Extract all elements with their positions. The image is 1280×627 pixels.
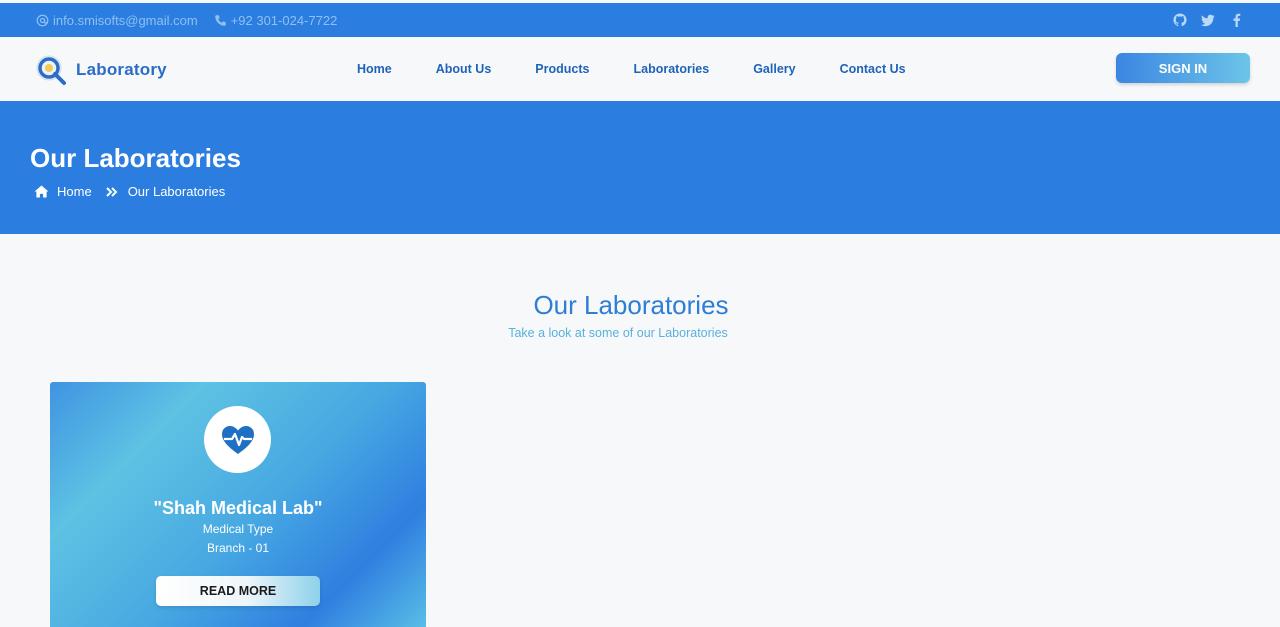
breadcrumb-home[interactable]: Home bbox=[57, 184, 92, 199]
laboratory-card: "Shah Medical Lab" Medical Type Branch -… bbox=[50, 382, 426, 627]
nav-products[interactable]: Products bbox=[535, 62, 589, 76]
page-hero: Our Laboratories Home Our Laboratories bbox=[0, 101, 1280, 234]
heartbeat-icon bbox=[221, 425, 254, 454]
facebook-icon[interactable] bbox=[1228, 12, 1244, 28]
social-links bbox=[1172, 12, 1244, 28]
twitter-icon[interactable] bbox=[1200, 12, 1216, 28]
github-icon[interactable] bbox=[1172, 12, 1188, 28]
email-text: info.smisofts@gmail.com bbox=[53, 12, 198, 28]
read-more-button[interactable]: READ MORE bbox=[156, 576, 320, 606]
brand-name: Laboratory bbox=[76, 60, 167, 79]
lab-type: Medical Type bbox=[202, 522, 274, 536]
breadcrumb: Home Our Laboratories bbox=[34, 184, 225, 199]
at-icon bbox=[36, 14, 49, 26]
nav-gallery[interactable]: Gallery bbox=[753, 62, 795, 76]
breadcrumb-current: Our Laboratories bbox=[127, 184, 226, 199]
page-title: Our Laboratories bbox=[30, 143, 241, 173]
lab-branch: Branch - 01 bbox=[206, 541, 270, 555]
phone-icon bbox=[214, 14, 226, 26]
section-title: Our Laboratories bbox=[533, 290, 729, 320]
top-contact-bar: info.smisofts@gmail.com +92 301-024-7722 bbox=[0, 3, 1280, 37]
sign-in-button[interactable]: SIGN IN bbox=[1116, 53, 1250, 83]
lab-icon-circle bbox=[204, 406, 271, 473]
lab-name: "Shah Medical Lab" bbox=[153, 498, 323, 518]
phone-text: +92 301-024-7722 bbox=[230, 12, 338, 28]
nav-contact-us[interactable]: Contact Us bbox=[840, 62, 906, 76]
nav-links: Home About Us Products Laboratories Gall… bbox=[357, 37, 950, 101]
magnifier-logo-icon bbox=[36, 55, 66, 85]
main-navbar: Laboratory Home About Us Products Labora… bbox=[0, 37, 1280, 101]
double-chevron-right-icon bbox=[105, 186, 118, 197]
nav-laboratories[interactable]: Laboratories bbox=[633, 62, 709, 76]
home-icon bbox=[34, 185, 49, 198]
nav-home[interactable]: Home bbox=[357, 62, 392, 76]
nav-about-us[interactable]: About Us bbox=[436, 62, 492, 76]
brand[interactable]: Laboratory bbox=[34, 53, 167, 87]
section-subtitle: Take a look at some of our Laboratories bbox=[508, 326, 728, 340]
phone-contact[interactable]: +92 301-024-7722 bbox=[214, 12, 338, 28]
email-contact[interactable]: info.smisofts@gmail.com bbox=[36, 13, 198, 28]
